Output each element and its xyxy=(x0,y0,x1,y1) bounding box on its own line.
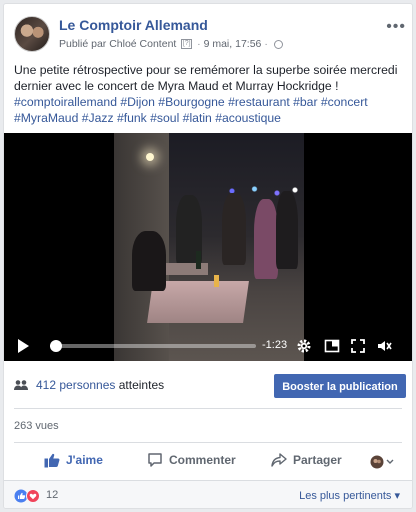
comment-sort-select[interactable]: Les plus pertinents ▾ xyxy=(299,489,400,502)
people-icon xyxy=(14,380,28,390)
like-icon xyxy=(44,453,60,468)
comment-label: Commenter xyxy=(169,453,236,467)
like-button[interactable]: J'aime xyxy=(44,452,103,474)
published-by[interactable]: Publié par Chloé Content xyxy=(59,38,176,50)
progress-knob[interactable] xyxy=(50,340,63,352)
action-bar: J'aime Commenter Partager xyxy=(4,448,412,478)
post-text: Une petite rétrospective pour se remémor… xyxy=(14,62,406,126)
share-label: Partager xyxy=(293,453,342,467)
reactions-bar: 12 Les plus pertinents ▾ xyxy=(4,480,412,508)
page-avatar[interactable] xyxy=(14,16,50,52)
play-icon[interactable] xyxy=(18,339,29,353)
glass xyxy=(214,275,219,287)
more-icon[interactable]: ••• xyxy=(386,18,406,36)
comment-icon xyxy=(148,453,162,467)
video-player[interactable]: -1:23 xyxy=(4,133,412,361)
meta-separator-2: · xyxy=(264,38,268,50)
post-body: Une petite rétrospective pour se remémor… xyxy=(14,63,398,93)
reach-text: 412 personnes atteintes xyxy=(36,378,164,392)
street-lamp xyxy=(146,153,154,161)
post-header: Le Comptoir Allemand Publié par Chloé Co… xyxy=(14,14,406,58)
help-marker[interactable]: [?] xyxy=(181,39,193,50)
post-card: Le Comptoir Allemand Publié par Chloé Co… xyxy=(3,3,413,509)
gear-icon[interactable] xyxy=(296,338,312,354)
love-reaction-icon xyxy=(26,489,40,503)
fullscreen-icon[interactable] xyxy=(350,338,366,354)
audience-selector[interactable] xyxy=(370,454,400,476)
video-frame xyxy=(114,133,304,361)
view-count: 263 vues xyxy=(14,420,59,432)
reaction-icons[interactable] xyxy=(14,489,42,503)
post-meta: Publié par Chloé Content [?] · 9 mai, 17… xyxy=(59,38,283,50)
like-label: J'aime xyxy=(66,453,103,467)
reach-suffix: atteintes xyxy=(118,378,165,392)
person xyxy=(222,193,246,265)
share-button[interactable]: Partager xyxy=(271,452,342,474)
person xyxy=(254,199,278,279)
divider xyxy=(14,408,402,409)
pip-icon[interactable] xyxy=(324,338,340,354)
divider xyxy=(14,442,402,443)
meta-separator: · xyxy=(197,38,201,50)
person xyxy=(276,191,298,269)
progress-bar[interactable] xyxy=(50,340,256,352)
like-reaction-icon xyxy=(14,489,28,503)
share-icon xyxy=(271,453,287,467)
person xyxy=(132,231,166,291)
boost-post-button[interactable]: Booster la publication xyxy=(274,374,406,398)
video-controls: -1:23 xyxy=(4,331,412,361)
globe-icon xyxy=(273,39,283,49)
audience-icon xyxy=(370,455,394,469)
reaction-count[interactable]: 12 xyxy=(46,489,58,501)
post-hashtags[interactable]: #comptoirallemand #Dijon #Bourgogne #res… xyxy=(14,95,368,125)
bottle xyxy=(196,251,201,269)
page-name[interactable]: Le Comptoir Allemand xyxy=(59,17,208,33)
comment-button[interactable]: Commenter xyxy=(147,452,236,474)
post-date[interactable]: 9 mai, 17:56 xyxy=(204,38,262,50)
reach-row: 412 personnes atteintes Booster la publi… xyxy=(14,374,406,400)
time-remaining: -1:23 xyxy=(262,339,288,351)
reach-count[interactable]: 412 personnes xyxy=(36,378,115,392)
volume-icon[interactable] xyxy=(376,338,392,354)
